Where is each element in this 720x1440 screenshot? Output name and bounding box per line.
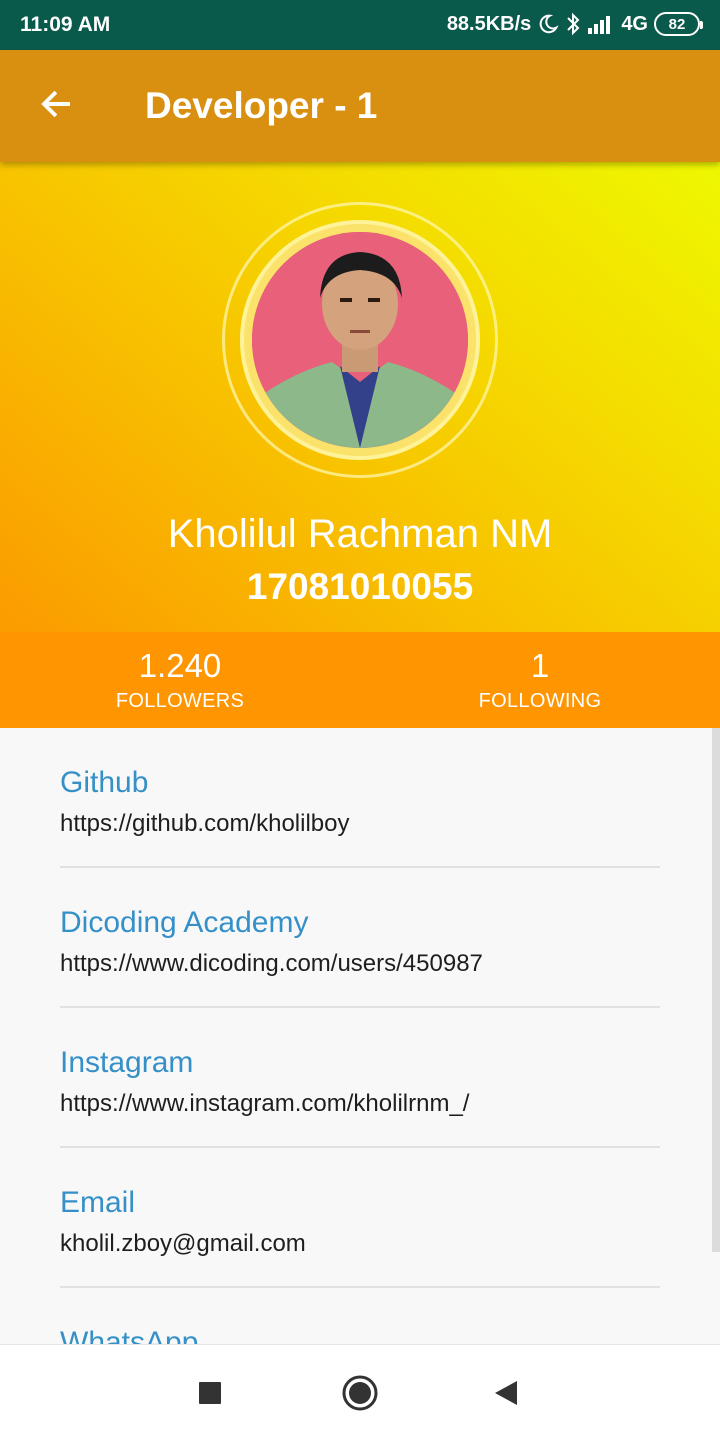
link-title: WhatsApp bbox=[60, 1326, 199, 1344]
avatar-ring bbox=[240, 220, 480, 460]
scrollbar[interactable] bbox=[712, 728, 720, 1252]
link-value: https://www.dicoding.com/users/450987 bbox=[60, 950, 483, 977]
profile-name: Kholilul Rachman NM bbox=[167, 512, 553, 556]
home-button[interactable] bbox=[336, 1371, 384, 1419]
link-title: Instagram bbox=[60, 1046, 194, 1079]
back-nav-button[interactable] bbox=[482, 1371, 530, 1419]
avatar bbox=[252, 232, 468, 448]
link-value: https://www.instagram.com/kholilrnm_/ bbox=[60, 1090, 470, 1117]
link-value: kholil.zboy@gmail.com bbox=[60, 1230, 306, 1257]
link-item-dicoding[interactable]: Dicoding Academy https://www.dicoding.co… bbox=[60, 868, 660, 1008]
recents-button[interactable] bbox=[186, 1371, 234, 1419]
status-time: 11:09 AM bbox=[20, 13, 111, 36]
link-value: https://github.com/kholilboy bbox=[60, 810, 350, 837]
following-label: FOLLOWING bbox=[478, 690, 602, 712]
status-bar: 11:09 AM 88.5KB/s 4G 82 bbox=[0, 0, 720, 50]
home-circle-icon bbox=[341, 1374, 379, 1417]
followers-stat[interactable]: 1.240 FOLLOWERS bbox=[0, 632, 360, 728]
stats-bar: 1.240 FOLLOWERS 1 FOLLOWING bbox=[0, 632, 720, 728]
link-item-github[interactable]: Github https://github.com/kholilboy bbox=[60, 728, 660, 868]
net-speed: 88.5KB/s bbox=[446, 12, 532, 35]
recents-square-icon bbox=[198, 1381, 222, 1410]
app-bar: Developer - 1 bbox=[0, 50, 720, 162]
system-nav-bar bbox=[0, 1344, 720, 1440]
network-type: 4G bbox=[621, 12, 648, 35]
link-title: Email bbox=[60, 1186, 136, 1219]
following-count: 1 bbox=[530, 647, 550, 684]
page-title: Developer - 1 bbox=[145, 85, 378, 126]
followers-count: 1.240 bbox=[138, 647, 222, 684]
back-button[interactable] bbox=[24, 78, 88, 134]
bluetooth-icon bbox=[565, 12, 581, 36]
following-stat[interactable]: 1 FOLLOWING bbox=[360, 632, 720, 728]
signal-icon bbox=[587, 14, 615, 34]
link-item-instagram[interactable]: Instagram https://www.instagram.com/khol… bbox=[60, 1008, 660, 1148]
link-item-whatsapp[interactable]: WhatsApp bbox=[60, 1288, 660, 1344]
link-title: Github bbox=[60, 766, 149, 799]
followers-label: FOLLOWERS bbox=[115, 690, 245, 712]
links-list[interactable]: Github https://github.com/kholilboy Dico… bbox=[0, 728, 720, 1344]
profile-id: 17081010055 bbox=[246, 566, 474, 607]
arrow-left-icon bbox=[38, 86, 74, 127]
back-triangle-icon bbox=[493, 1379, 519, 1412]
link-item-email[interactable]: Email kholil.zboy@gmail.com bbox=[60, 1148, 660, 1288]
battery-icon: 82 bbox=[654, 12, 703, 36]
moon-icon bbox=[537, 13, 559, 35]
link-title: Dicoding Academy bbox=[60, 906, 309, 939]
profile-header: Kholilul Rachman NM 17081010055 bbox=[0, 162, 720, 632]
status-icons: 88.5KB/s 4G 82 bbox=[446, 12, 703, 36]
